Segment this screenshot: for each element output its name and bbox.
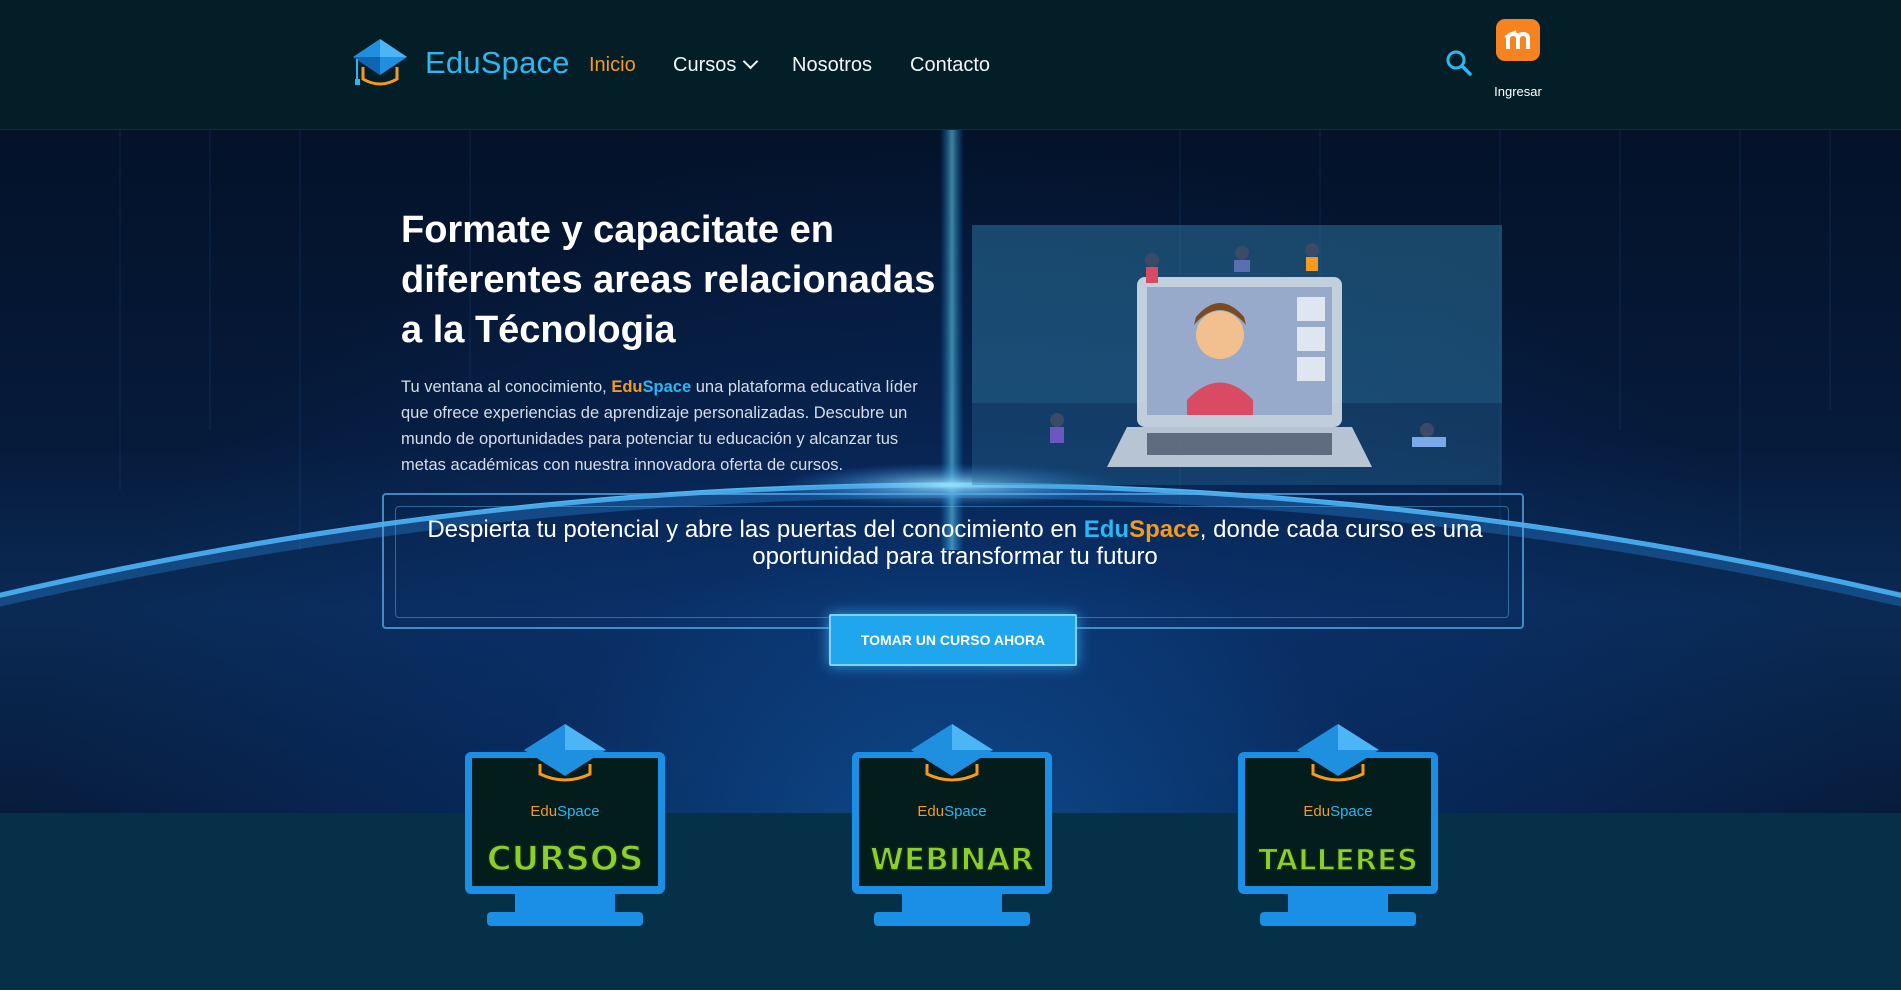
hero-tagline-brand-a: Edu xyxy=(1083,516,1130,543)
card-cursos-brand-a: Edu xyxy=(530,803,557,820)
hero-tagline-text-before: Despierta tu potencial y abre las puerta… xyxy=(427,516,1084,543)
svg-text:EduSpace: EduSpace xyxy=(1303,803,1372,820)
card-talleres-brand-a: Edu xyxy=(1303,803,1330,820)
nav-contacto[interactable]: Contacto xyxy=(910,54,990,77)
nav-nosotros[interactable]: Nosotros xyxy=(792,54,872,77)
card-webinar-brand-b: Space xyxy=(944,803,987,820)
footer-strip xyxy=(0,990,1901,994)
card-cursos-brand-b: Space xyxy=(557,803,600,820)
card-cursos[interactable]: EduSpace CURSOS xyxy=(460,720,670,930)
card-talleres-label: TALLERES xyxy=(1258,843,1418,877)
hero-title: Formate y capacitate en diferentes areas… xyxy=(401,209,936,351)
brand-name[interactable]: EduSpace xyxy=(425,45,570,81)
card-webinar-brand-a: Edu xyxy=(917,803,944,820)
card-cursos-label: CURSOS xyxy=(487,839,644,879)
nav-inicio[interactable]: Inicio xyxy=(589,54,636,77)
search-icon[interactable] xyxy=(1444,48,1474,78)
chevron-down-icon xyxy=(743,53,759,70)
card-talleres-brand-b: Space xyxy=(1330,803,1373,820)
hero-description-brand-b: Space xyxy=(642,378,692,396)
svg-text:EduSpace: EduSpace xyxy=(530,803,599,820)
moodle-icon[interactable] xyxy=(1496,19,1540,61)
hero-tagline-brand-b: Space xyxy=(1129,516,1200,543)
online-learning-illustration xyxy=(972,225,1502,485)
card-webinar-label: WEBINAR xyxy=(870,842,1034,878)
hero-tagline: Despierta tu potencial y abre las puerta… xyxy=(410,516,1500,570)
card-talleres[interactable]: EduSpace TALLERES xyxy=(1233,720,1443,930)
take-course-button[interactable]: TOMAR UN CURSO AHORA xyxy=(829,614,1077,666)
hero-description: Tu ventana al conocimiento, EduSpace una… xyxy=(401,374,941,478)
svg-text:EduSpace: EduSpace xyxy=(917,803,986,820)
card-webinar[interactable]: EduSpace WEBINAR xyxy=(847,720,1057,930)
nav-cursos[interactable]: Cursos xyxy=(673,53,759,77)
login-label[interactable]: Ingresar xyxy=(1490,84,1546,99)
hero-description-brand-a: Edu xyxy=(611,378,643,396)
eduspace-logo-icon[interactable] xyxy=(349,35,411,93)
nav-cursos-label: Cursos xyxy=(673,54,737,76)
hero-description-text-before: Tu ventana al conocimiento, xyxy=(401,378,612,396)
site-header: EduSpace Inicio Cursos Nosotros Contacto… xyxy=(0,0,1901,130)
